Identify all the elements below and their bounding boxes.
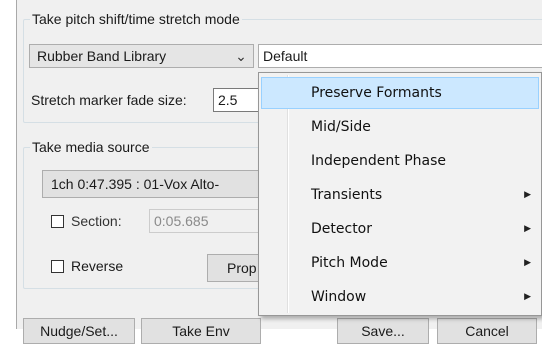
submenu-arrow-icon: ▶: [524, 224, 531, 234]
take-envelope-label: Take Env: [172, 323, 230, 339]
reverse-label: Reverse: [71, 258, 124, 274]
menu-item-detector[interactable]: Detector ▶: [261, 213, 539, 245]
menu-item-label: Transients: [311, 187, 383, 203]
media-source-button[interactable]: 1ch 0:47.395 : 01-Vox Alto-: [42, 170, 282, 198]
menu-item-preserve-formants[interactable]: Preserve Formants: [261, 77, 539, 109]
pitch-shift-group-title: Take pitch shift/time stretch mode: [30, 11, 242, 27]
section-length-value: 0:05.685: [154, 213, 209, 229]
menu-item-pitch-mode[interactable]: Pitch Mode ▶: [261, 247, 539, 279]
menu-item-independent-phase[interactable]: Independent Phase: [261, 145, 539, 177]
chevron-down-icon: ⌄: [235, 48, 247, 64]
cancel-label: Cancel: [465, 323, 509, 339]
nudge-set-label: Nudge/Set...: [40, 323, 118, 339]
menu-item-label: Mid/Side: [311, 119, 371, 135]
menu-item-label: Detector: [311, 221, 373, 237]
section-label: Section:: [71, 213, 122, 229]
submenu-arrow-icon: ▶: [524, 292, 531, 302]
properties-button-label: Prop: [227, 260, 257, 276]
pitch-options-menu: Preserve Formants Mid/Side Independent P…: [258, 72, 542, 316]
pitch-library-select[interactable]: Rubber Band Library ⌄: [29, 44, 254, 68]
pitch-library-value: Rubber Band Library: [37, 48, 167, 64]
menu-item-label: Window: [311, 289, 367, 305]
cancel-button[interactable]: Cancel: [437, 318, 537, 344]
fade-size-label: Stretch marker fade size:: [31, 92, 187, 108]
save-button[interactable]: Save...: [337, 318, 429, 344]
nudge-set-button[interactable]: Nudge/Set...: [23, 318, 135, 344]
pitch-preset-value: Default: [263, 48, 308, 64]
menu-item-mid-side[interactable]: Mid/Side: [261, 111, 539, 143]
menu-item-transients[interactable]: Transients ▶: [261, 179, 539, 211]
menu-item-window[interactable]: Window ▶: [261, 281, 539, 313]
menu-item-label: Preserve Formants: [311, 85, 442, 101]
submenu-arrow-icon: ▶: [524, 190, 531, 200]
fade-size-value: 2.5: [218, 92, 238, 108]
take-envelope-button[interactable]: Take Env: [141, 318, 261, 344]
section-checkbox[interactable]: [51, 215, 64, 228]
submenu-arrow-icon: ▶: [524, 258, 531, 268]
reverse-checkbox[interactable]: [51, 260, 64, 273]
menu-item-label: Pitch Mode: [311, 255, 388, 271]
pitch-preset-select[interactable]: Default: [258, 44, 542, 68]
menu-item-label: Independent Phase: [311, 153, 446, 169]
media-source-group-title: Take media source: [30, 139, 152, 155]
media-source-label: 1ch 0:47.395 : 01-Vox Alto-: [51, 176, 220, 192]
save-label: Save...: [361, 323, 405, 339]
